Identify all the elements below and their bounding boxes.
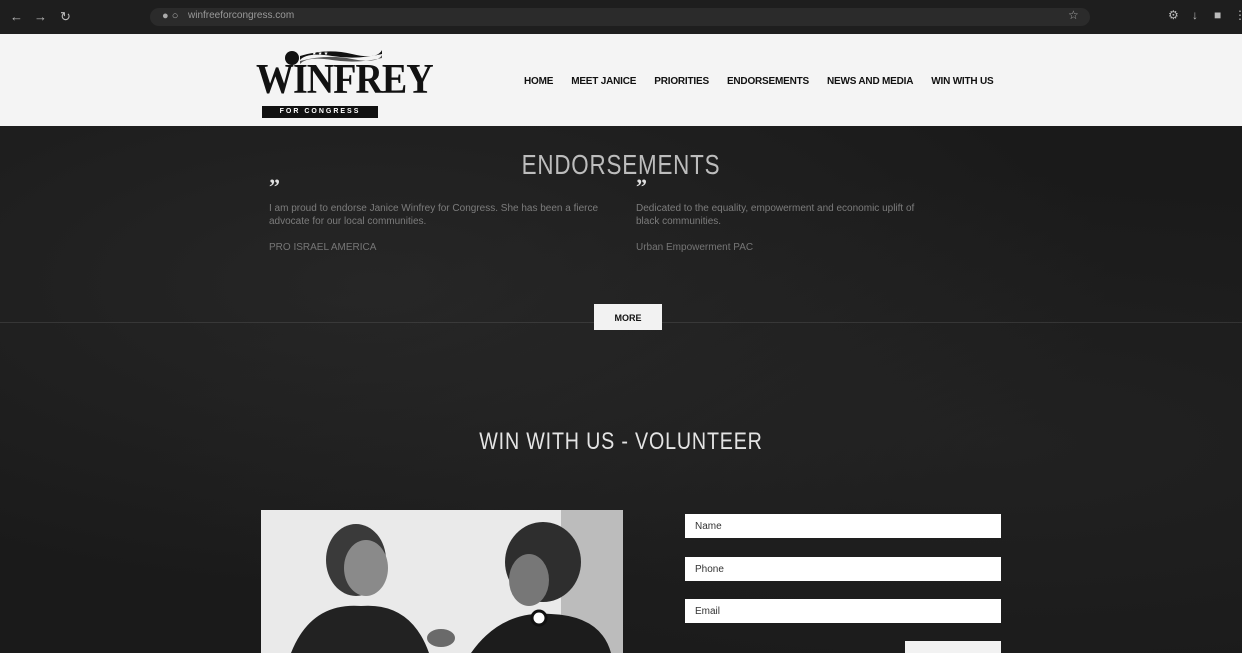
nav-endorsements[interactable]: ENDORSEMENTS <box>727 76 809 87</box>
site-info-icon[interactable]: ● ○ <box>162 10 178 22</box>
volunteer-photo <box>261 510 623 653</box>
url-text[interactable]: winfreeforcongress.com <box>188 10 294 21</box>
volunteers-image-icon <box>261 510 623 653</box>
submit-button[interactable] <box>905 641 1001 653</box>
quote-author: PRO ISRAEL AMERICA <box>269 242 377 253</box>
download-icon[interactable]: ↓ <box>1192 8 1198 22</box>
quote-mark-icon: ” <box>269 174 280 199</box>
main-content: ENDORSEMENTS ” I am proud to endorse Jan… <box>0 126 1242 653</box>
endorsement-quote: ” Dedicated to the equality, empowerment… <box>636 174 936 254</box>
logo-wordmark: WINFREY <box>256 56 434 104</box>
site-header: ★ ★ ★ WINFREY FOR CONGRESS HOME MEET JAN… <box>0 34 1242 126</box>
extension-icon[interactable]: ⚙ <box>1168 8 1179 22</box>
nav-home[interactable]: HOME <box>524 76 553 87</box>
bookmark-star-icon[interactable]: ☆ <box>1068 8 1079 22</box>
email-field[interactable] <box>685 599 1001 623</box>
name-field[interactable] <box>685 514 1001 538</box>
profile-icon[interactable]: ■ <box>1214 8 1221 22</box>
nav-meet-janice[interactable]: MEET JANICE <box>571 76 636 87</box>
forward-icon[interactable]: → <box>34 9 47 25</box>
site-logo[interactable]: ★ ★ ★ WINFREY FOR CONGRESS <box>256 46 434 122</box>
back-icon[interactable]: ← <box>10 9 23 25</box>
endorsement-quote: ” I am proud to endorse Janice Winfrey f… <box>269 174 599 254</box>
quote-author: Urban Empowerment PAC <box>636 242 754 253</box>
logo-tagline: FOR CONGRESS <box>262 106 378 118</box>
reload-icon[interactable]: ↻ <box>60 9 71 25</box>
phone-field[interactable] <box>685 557 1001 581</box>
nav-win-with-us[interactable]: WIN WITH US <box>931 76 993 87</box>
volunteer-heading: WIN WITH US - VOLUNTEER <box>479 427 763 455</box>
nav-priorities[interactable]: PRIORITIES <box>654 76 709 87</box>
address-bar[interactable]: ● ○ winfreeforcongress.com <box>150 8 1090 26</box>
more-endorsements-button[interactable]: MORE <box>594 304 662 330</box>
nav-news-and-media[interactable]: NEWS AND MEDIA <box>827 76 913 87</box>
menu-icon[interactable]: ⋮ <box>1234 8 1242 22</box>
quote-text: I am proud to endorse Janice Winfrey for… <box>269 203 599 227</box>
main-nav: HOME MEET JANICE PRIORITIES ENDORSEMENTS… <box>524 76 1012 87</box>
quote-mark-icon: ” <box>636 174 647 199</box>
browser-toolbar: ← → ↻ ● ○ winfreeforcongress.com ☆ ⚙ ↓ ■… <box>0 0 1242 34</box>
quote-text: Dedicated to the equality, empowerment a… <box>636 203 915 227</box>
